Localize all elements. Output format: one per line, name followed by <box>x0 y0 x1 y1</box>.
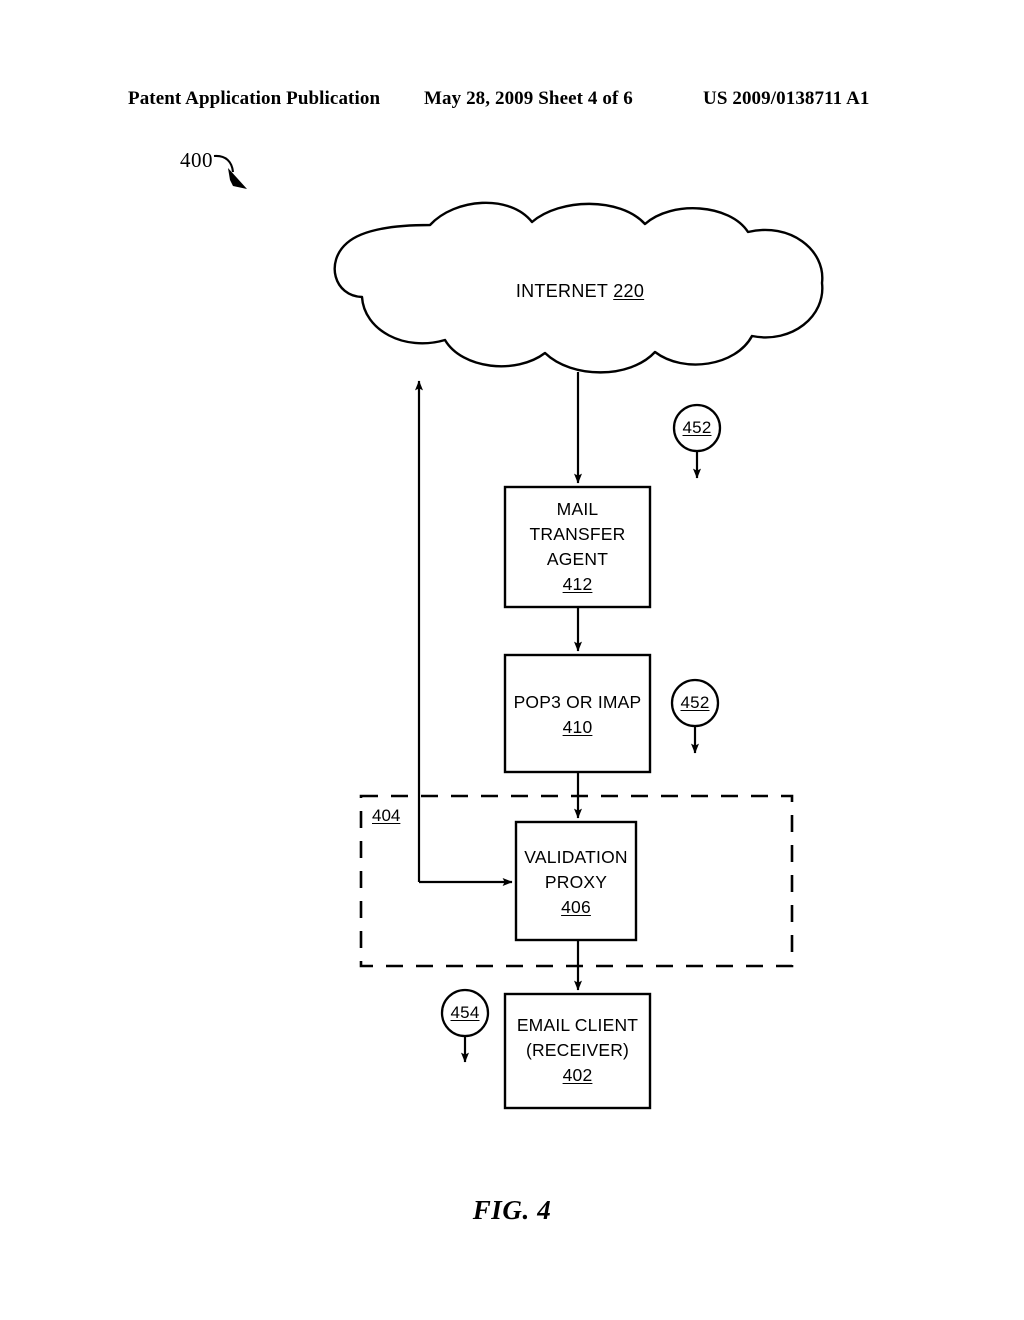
internet-cloud-label-text: INTERNET <box>515 281 608 301</box>
pop3-or-imap-line-1: POP3 OR IMAP <box>513 692 642 712</box>
email-client-ref: 402 <box>562 1065 593 1085</box>
validation-proxy-label: VALIDATION PROXY 406 <box>511 845 641 920</box>
email-client-line-2: (RECEIVER) <box>525 1040 630 1060</box>
figure-ref-lead-arrow <box>213 154 247 189</box>
validation-proxy-line-2: PROXY <box>544 872 608 892</box>
figure-caption: FIG. 4 <box>472 1195 552 1225</box>
callout-454-label: 454 <box>450 1003 480 1022</box>
callout-452-top-group <box>672 403 722 479</box>
internet-cloud-ref: 220 <box>613 281 645 301</box>
email-client-label: EMAIL CLIENT (RECEIVER) 402 <box>500 1013 655 1088</box>
mail-transfer-agent-line-1: MAIL <box>556 499 599 519</box>
internet-cloud-label: INTERNET 220 <box>435 281 725 302</box>
network-flow-diagram <box>213 154 824 1110</box>
dashed-group-404-label: 404 <box>372 806 401 825</box>
callout-454-group <box>440 988 490 1063</box>
pop3-or-imap-ref: 410 <box>562 717 593 737</box>
callout-452-top-label: 452 <box>682 418 712 437</box>
validation-proxy-ref: 406 <box>561 897 591 917</box>
callout-452-mid-group <box>670 678 720 754</box>
mail-transfer-agent-line-3: AGENT <box>546 549 609 569</box>
validation-proxy-line-1: VALIDATION <box>524 847 628 867</box>
mail-transfer-agent-label: MAIL TRANSFER AGENT 412 <box>505 497 650 597</box>
pop3-or-imap-label: POP3 OR IMAP 410 <box>498 690 657 740</box>
mail-transfer-agent-line-2: TRANSFER <box>529 524 626 544</box>
mail-transfer-agent-ref: 412 <box>562 574 593 594</box>
email-client-line-1: EMAIL CLIENT <box>516 1015 639 1035</box>
callout-452-mid-label: 452 <box>680 693 710 712</box>
